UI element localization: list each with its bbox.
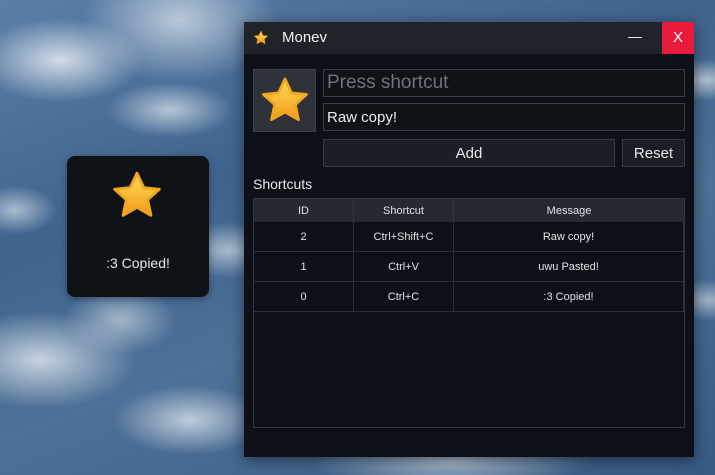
close-button[interactable]: X	[662, 22, 694, 54]
cell-message: uwu Pasted!	[454, 252, 684, 281]
app-window: Monev X Press shortcut Raw copy! Add Res…	[244, 22, 694, 457]
icon-picker[interactable]	[253, 69, 316, 132]
cell-shortcut: Ctrl+V	[354, 252, 454, 281]
cell-message: Raw copy!	[454, 222, 684, 251]
column-header-shortcut[interactable]: Shortcut	[354, 199, 454, 222]
cell-id: 2	[254, 222, 354, 251]
minimize-button[interactable]	[616, 22, 662, 54]
column-header-message[interactable]: Message	[454, 199, 684, 222]
table-header: ID Shortcut Message	[254, 199, 684, 222]
star-icon	[254, 31, 268, 44]
add-button[interactable]: Add	[323, 139, 615, 167]
star-icon	[262, 77, 308, 122]
cell-id: 1	[254, 252, 354, 281]
minimize-icon	[628, 37, 642, 38]
title-bar[interactable]: Monev X	[244, 22, 694, 54]
notification-popup: :3 Copied!	[67, 156, 209, 297]
cell-message: :3 Copied!	[454, 282, 684, 311]
table-row[interactable]: 2 Ctrl+Shift+C Raw copy!	[254, 222, 684, 252]
cell-id: 0	[254, 282, 354, 311]
column-header-id[interactable]: ID	[254, 199, 354, 222]
cell-shortcut: Ctrl+C	[354, 282, 454, 311]
message-input[interactable]: Raw copy!	[323, 103, 685, 131]
table-row[interactable]: 0 Ctrl+C :3 Copied!	[254, 282, 684, 312]
star-icon	[113, 171, 161, 217]
shortcut-input[interactable]: Press shortcut	[323, 69, 685, 97]
shortcuts-table: ID Shortcut Message 2 Ctrl+Shift+C Raw c…	[253, 198, 685, 428]
reset-button[interactable]: Reset	[622, 139, 685, 167]
table-row[interactable]: 1 Ctrl+V uwu Pasted!	[254, 252, 684, 282]
popup-message: :3 Copied!	[106, 255, 170, 271]
shortcuts-label: Shortcuts	[253, 176, 313, 192]
cell-shortcut: Ctrl+Shift+C	[354, 222, 454, 251]
window-title: Monev	[282, 29, 328, 46]
